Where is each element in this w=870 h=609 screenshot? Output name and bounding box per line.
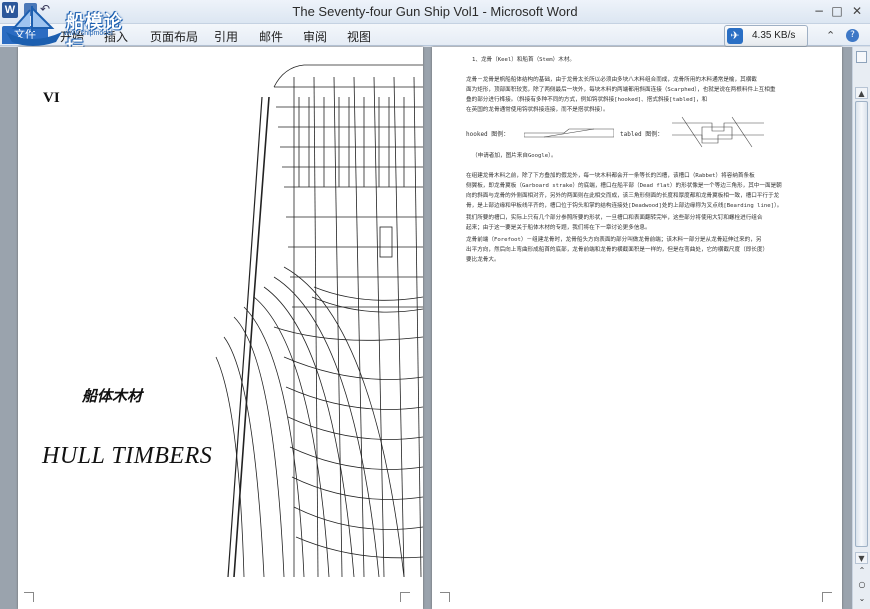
crop-mark bbox=[822, 592, 832, 602]
tab-review[interactable]: 审阅 bbox=[303, 28, 327, 45]
image-source-note: （申请者加，图片来自Google）。 bbox=[472, 153, 557, 159]
paragraph-rabbet-line-3: 向的斜面与龙骨的外侧面相对齐，另外的两面则在此相交而成，该三角形侧面的长度和厚度… bbox=[466, 193, 780, 199]
document-page-right[interactable]: 1、龙骨（Keel）和船首（Stem）木材。 龙骨－龙骨是帆船船体结构的基础，由… bbox=[432, 47, 842, 609]
crop-mark bbox=[400, 592, 410, 602]
help-icon[interactable]: ? bbox=[846, 29, 859, 42]
paragraph-rabbet-line-1: 在组建龙骨木料之前，除了下方叠加的假龙外，每一块木料都会开一条等长的凹槽，该槽口… bbox=[466, 173, 755, 179]
minimize-button[interactable]: − bbox=[811, 3, 827, 19]
tab-view[interactable]: 视图 bbox=[347, 28, 371, 45]
tabled-label: tabled 图例： bbox=[620, 131, 664, 138]
hooked-label: hooked 图例： bbox=[466, 131, 510, 138]
view-ruler-icon[interactable] bbox=[856, 51, 867, 63]
paragraph-rabbet-line-2: 侧翼板，即龙骨翼板（Garboard strake）的底端，槽口在船平部（Dea… bbox=[466, 183, 782, 189]
scroll-down-button[interactable]: ▼ bbox=[855, 552, 868, 564]
forum-logo-watermark: 船模论坛 www.shipmodel bbox=[0, 0, 140, 59]
crop-mark bbox=[24, 592, 34, 602]
scroll-up-button[interactable]: ▲ bbox=[855, 87, 868, 99]
crop-mark bbox=[440, 592, 450, 602]
previous-page-button[interactable]: ⌃ bbox=[856, 565, 868, 577]
paragraph-joints-line-2: 起来；由于这一要是关于船体木材的专题，我们将在下一章讨论更多信息。 bbox=[466, 225, 651, 231]
ship-hull-drawing bbox=[215, 64, 423, 577]
chapter-number: VI bbox=[43, 90, 60, 106]
tab-references[interactable]: 引用 bbox=[214, 28, 238, 45]
paragraph-keel-line-3: 叠的部分进行榫接。（斜接有多种不同的方式，例如钩状斜接[hooked]、搭式斜接… bbox=[466, 97, 708, 103]
scrollbar-thumb[interactable] bbox=[855, 101, 868, 547]
logo-subtext: www.shipmodel bbox=[64, 30, 113, 37]
paragraph-forefoot-line-1: 龙骨前端（Forefoot）－组建龙骨时，龙骨船头方向表面的部分叫做龙骨前端；该… bbox=[466, 237, 762, 243]
paragraph-keel-line-1: 龙骨－龙骨是帆船船体结构的基础，由于龙骨太长所以必须由多块八木料组合而成，龙骨所… bbox=[466, 77, 757, 83]
vertical-scrollbar[interactable]: ▲ ▼ ⌃ ○ ⌄ bbox=[852, 47, 870, 609]
minimize-ribbon-icon[interactable]: ⌃ bbox=[826, 29, 835, 42]
tabled-scarph-figure bbox=[672, 116, 764, 148]
paragraph-forefoot-line-2: 出平方向，然后向上弯曲形成船首的底部，龙骨前端和龙骨的横截面积是一样的，但是在弯… bbox=[466, 247, 769, 253]
tab-page-layout[interactable]: 页面布局 bbox=[150, 28, 198, 45]
next-page-button[interactable]: ⌄ bbox=[856, 593, 868, 605]
paragraph-rabbet-line-4: 骨，是上部边缘和甲板线平齐的，槽口位于钩头和掌的结构连接处[Deadwood]处… bbox=[466, 203, 783, 209]
document-page-left[interactable]: VI 船体木材 HULL TIMBERS bbox=[18, 47, 423, 609]
english-chapter-title: HULL TIMBERS bbox=[42, 443, 213, 469]
maximize-button[interactable]: □ bbox=[829, 3, 845, 19]
paragraph-keel-line-4: 在英国的龙骨通常使用钩状斜接连接，而不是搭状斜接）。 bbox=[466, 107, 609, 113]
document-area[interactable]: VI 船体木材 HULL TIMBERS 1、龙骨（Keel）和船首（Stem）… bbox=[0, 47, 852, 609]
close-button[interactable]: ✕ bbox=[849, 3, 865, 19]
ship-logo-icon bbox=[6, 6, 62, 46]
paragraph-keel-line-2: 面为矩形，顶部面积较宽，除了两侧最后一块外，每块木料的两端都用斜面连接（Scar… bbox=[466, 87, 776, 93]
select-browse-object-button[interactable]: ○ bbox=[856, 579, 868, 591]
network-speed-value: 4.35 KB/s bbox=[752, 30, 796, 41]
paragraph-forefoot-line-3: 要比龙骨大。 bbox=[466, 257, 500, 263]
section-heading: 1、龙骨（Keel）和船首（Stem）木材。 bbox=[472, 57, 576, 63]
tab-mailings[interactable]: 邮件 bbox=[259, 28, 283, 45]
hooked-scarph-figure bbox=[524, 128, 614, 138]
bird-icon: ✈ bbox=[727, 28, 743, 44]
network-speed-widget[interactable]: ✈ 4.35 KB/s bbox=[724, 25, 808, 47]
chinese-chapter-title: 船体木材 bbox=[82, 387, 143, 405]
paragraph-joints-line-1: 我们所要的槽口，实际上只有几个部分参照所要的形状，一旦槽口和表面翻转完毕，这些部… bbox=[466, 215, 763, 221]
